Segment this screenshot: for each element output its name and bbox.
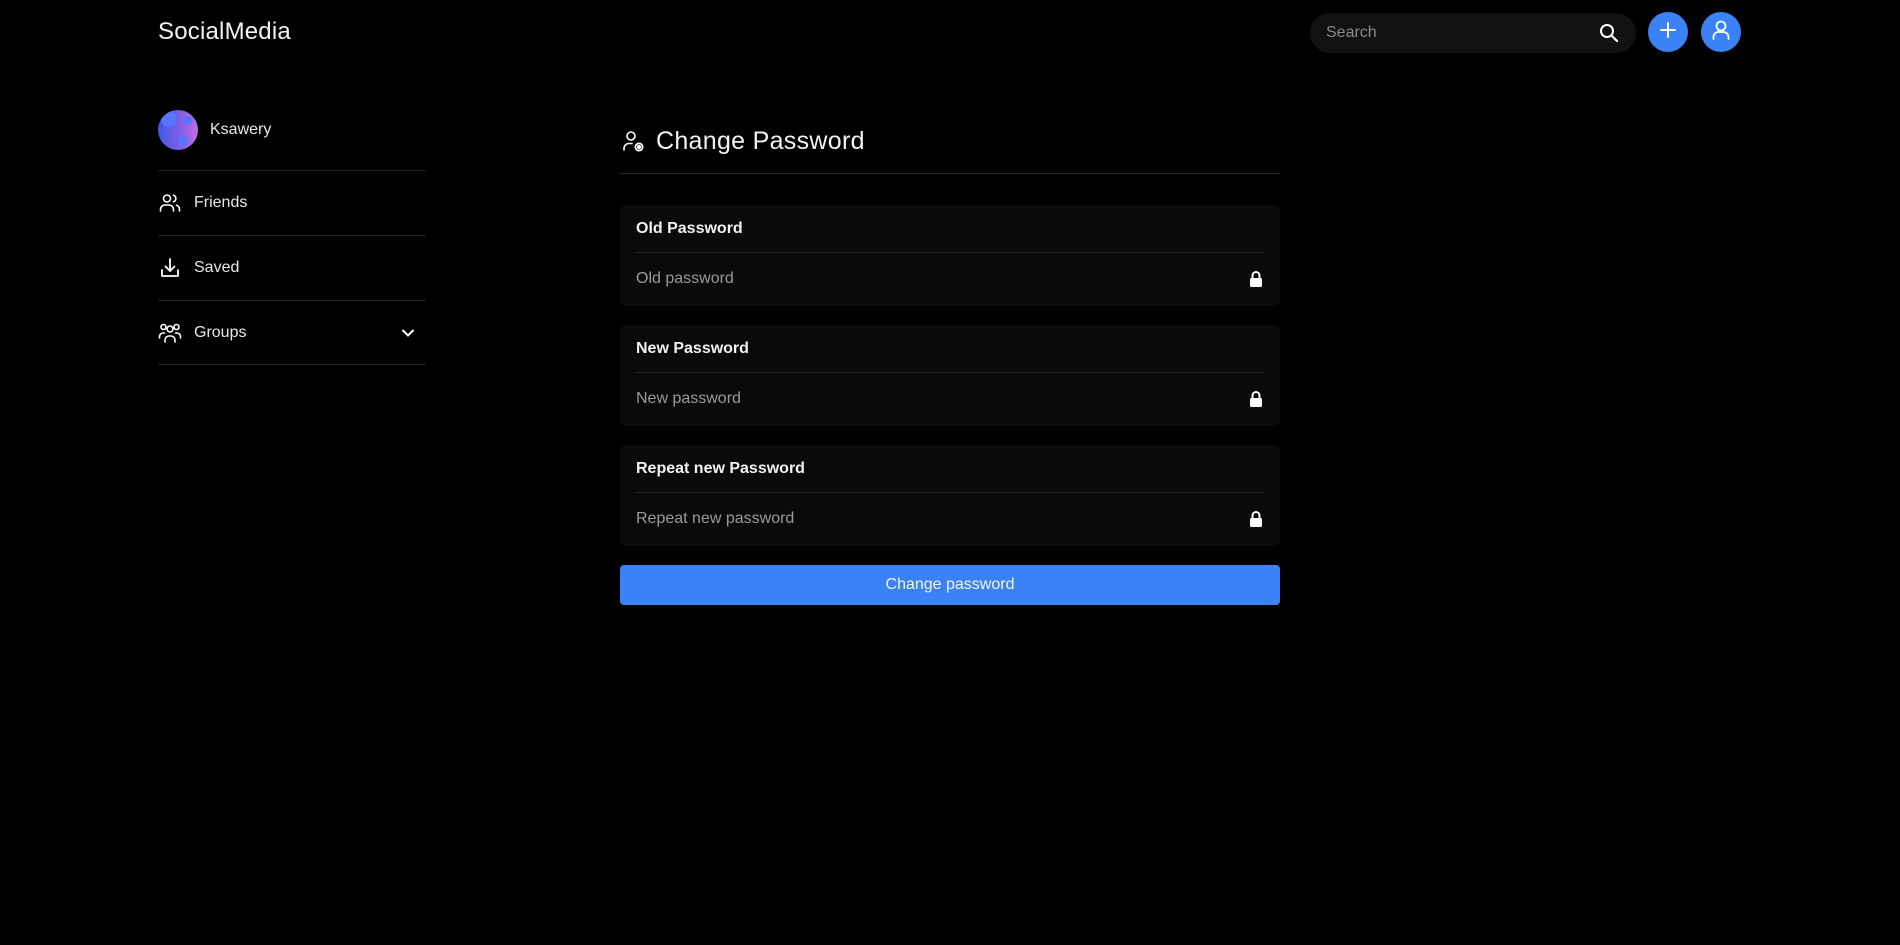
change-password-button[interactable]: Change password bbox=[620, 565, 1280, 605]
chevron-down-icon[interactable] bbox=[398, 323, 418, 343]
new-password-card: New Password bbox=[620, 325, 1280, 426]
field-label: New Password bbox=[636, 325, 1264, 373]
profile-button[interactable] bbox=[1701, 12, 1741, 52]
sidebar-item-saved[interactable]: Saved bbox=[158, 235, 426, 300]
sidebar-item-friends[interactable]: Friends bbox=[158, 170, 426, 235]
lock-icon bbox=[1248, 390, 1264, 408]
plus-icon bbox=[1658, 20, 1678, 45]
new-password-input[interactable] bbox=[636, 390, 1248, 408]
change-password-panel: Change Password Old Password New Passwor… bbox=[620, 124, 1280, 605]
lock-icon bbox=[1248, 270, 1264, 288]
field-label: Old Password bbox=[636, 205, 1264, 253]
page-title: Change Password bbox=[620, 124, 1280, 158]
sidebar-item-label: Groups bbox=[194, 323, 247, 341]
lock-icon bbox=[1248, 510, 1264, 528]
users-icon bbox=[158, 191, 182, 215]
user-name: Ksawery bbox=[210, 121, 272, 138]
sidebar: Ksawery Friends Saved Groups bbox=[158, 110, 426, 365]
group-icon bbox=[158, 321, 182, 345]
repeat-password-input[interactable] bbox=[636, 510, 1248, 528]
divider bbox=[620, 173, 1280, 174]
sidebar-item-label: Friends bbox=[194, 194, 248, 211]
field-label: Repeat new Password bbox=[636, 445, 1264, 493]
avatar bbox=[158, 110, 198, 150]
sidebar-item-groups[interactable]: Groups bbox=[158, 300, 426, 365]
search-bar bbox=[1310, 13, 1636, 53]
sidebar-item-label: Saved bbox=[194, 259, 240, 276]
user-gear-icon bbox=[620, 128, 646, 154]
page-heading: Change Password bbox=[656, 126, 865, 155]
app-logo[interactable]: SocialMedia bbox=[158, 18, 291, 46]
search-input[interactable] bbox=[1326, 24, 1598, 42]
search-icon[interactable] bbox=[1598, 22, 1620, 44]
old-password-card: Old Password bbox=[620, 205, 1280, 306]
sidebar-profile[interactable]: Ksawery bbox=[158, 110, 426, 150]
repeat-password-card: Repeat new Password bbox=[620, 445, 1280, 546]
download-icon bbox=[158, 256, 182, 280]
old-password-input[interactable] bbox=[636, 270, 1248, 288]
user-icon bbox=[1710, 19, 1732, 46]
add-post-button[interactable] bbox=[1648, 12, 1688, 52]
